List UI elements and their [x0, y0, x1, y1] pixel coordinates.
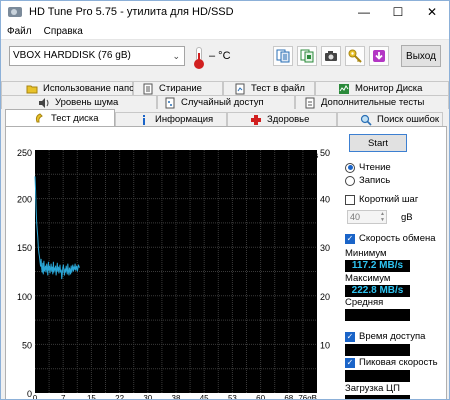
x-tick-label: 30 — [143, 394, 152, 400]
read-label: Чтение — [359, 162, 391, 173]
y-tick-label-left: 50 — [22, 340, 32, 350]
x-tick-label: 68 — [284, 394, 293, 400]
y-tick-label-right: 10 — [320, 340, 330, 350]
spinner-arrows-icon: ▲ ▼ — [380, 211, 385, 223]
x-tick-label: 53 — [228, 394, 237, 400]
short-stroke-value: 40 — [350, 212, 361, 222]
y-tick-label-left: 200 — [17, 195, 32, 205]
y-tick-label-right: 30 — [320, 243, 330, 253]
short-stroke-unit: gB — [401, 212, 413, 223]
short-stroke-spinner[interactable]: 40 ▲ ▼ — [347, 210, 387, 224]
x-tick-label: 0 — [33, 394, 38, 400]
burst-rate-checkbox[interactable]: ✓ — [345, 357, 355, 368]
y-tick-label-left: 100 — [17, 292, 32, 302]
max-label: Максимум — [345, 273, 391, 284]
y-axis-unit-left: MB/s — [37, 150, 56, 160]
burst-rate-option[interactable]: ✓ Пиковая скорость — [345, 357, 438, 368]
access-time-option[interactable]: ✓ Время доступа — [345, 331, 425, 342]
min-value: 117.2 MB/s — [345, 260, 410, 272]
write-label: Запись — [359, 175, 391, 186]
start-button[interactable]: Start — [349, 134, 407, 152]
x-tick-label: 76gB — [298, 394, 317, 400]
y-tick-label-left: 0 — [27, 389, 32, 399]
transfer-rate-label: Скорость обмена — [359, 233, 436, 244]
read-option[interactable]: Чтение — [345, 162, 391, 173]
y-tick-label-right: 50 — [320, 148, 330, 158]
y-axis-unit-right: ms — [307, 150, 318, 160]
y-tick-label-left: 250 — [17, 148, 32, 158]
transfer-rate-option[interactable]: ✓ Скорость обмена — [345, 233, 436, 244]
cpu-usage-label: Загрузка ЦП — [345, 383, 400, 394]
x-tick-label: 15 — [87, 394, 96, 400]
x-tick-label: 60 — [256, 394, 265, 400]
transfer-rate-checkbox[interactable]: ✓ — [345, 233, 355, 244]
cpu-usage-value — [345, 395, 410, 399]
max-value: 222.8 MB/s — [345, 285, 410, 297]
x-tick-label: 7 — [61, 394, 66, 400]
access-time-label: Время доступа — [359, 331, 426, 342]
write-option[interactable]: Запись — [345, 175, 390, 186]
app-window: HD Tune Pro 5.75 - утилита для HD/SSD — … — [0, 0, 450, 400]
min-label: Минимум — [345, 248, 387, 259]
write-radio[interactable] — [345, 175, 355, 186]
read-radio[interactable] — [345, 162, 355, 173]
x-tick-label: 45 — [200, 394, 209, 400]
short-stroke-checkbox[interactable] — [345, 194, 355, 205]
access-time-value — [345, 344, 410, 356]
y-tick-label-right: 20 — [320, 292, 330, 302]
x-tick-label: 38 — [172, 394, 181, 400]
burst-rate-label: Пиковая скорость — [359, 357, 438, 368]
short-stroke-option[interactable]: Короткий шаг — [345, 194, 418, 205]
burst-rate-value — [345, 370, 410, 382]
avg-value — [345, 309, 410, 321]
x-tick-label: 22 — [115, 394, 124, 400]
access-time-checkbox[interactable]: ✓ — [345, 331, 355, 342]
avg-label: Средняя — [345, 297, 384, 308]
y-tick-label-left: 150 — [17, 243, 32, 253]
y-tick-label-right: 40 — [320, 195, 330, 205]
short-stroke-label: Короткий шаг — [359, 194, 419, 205]
